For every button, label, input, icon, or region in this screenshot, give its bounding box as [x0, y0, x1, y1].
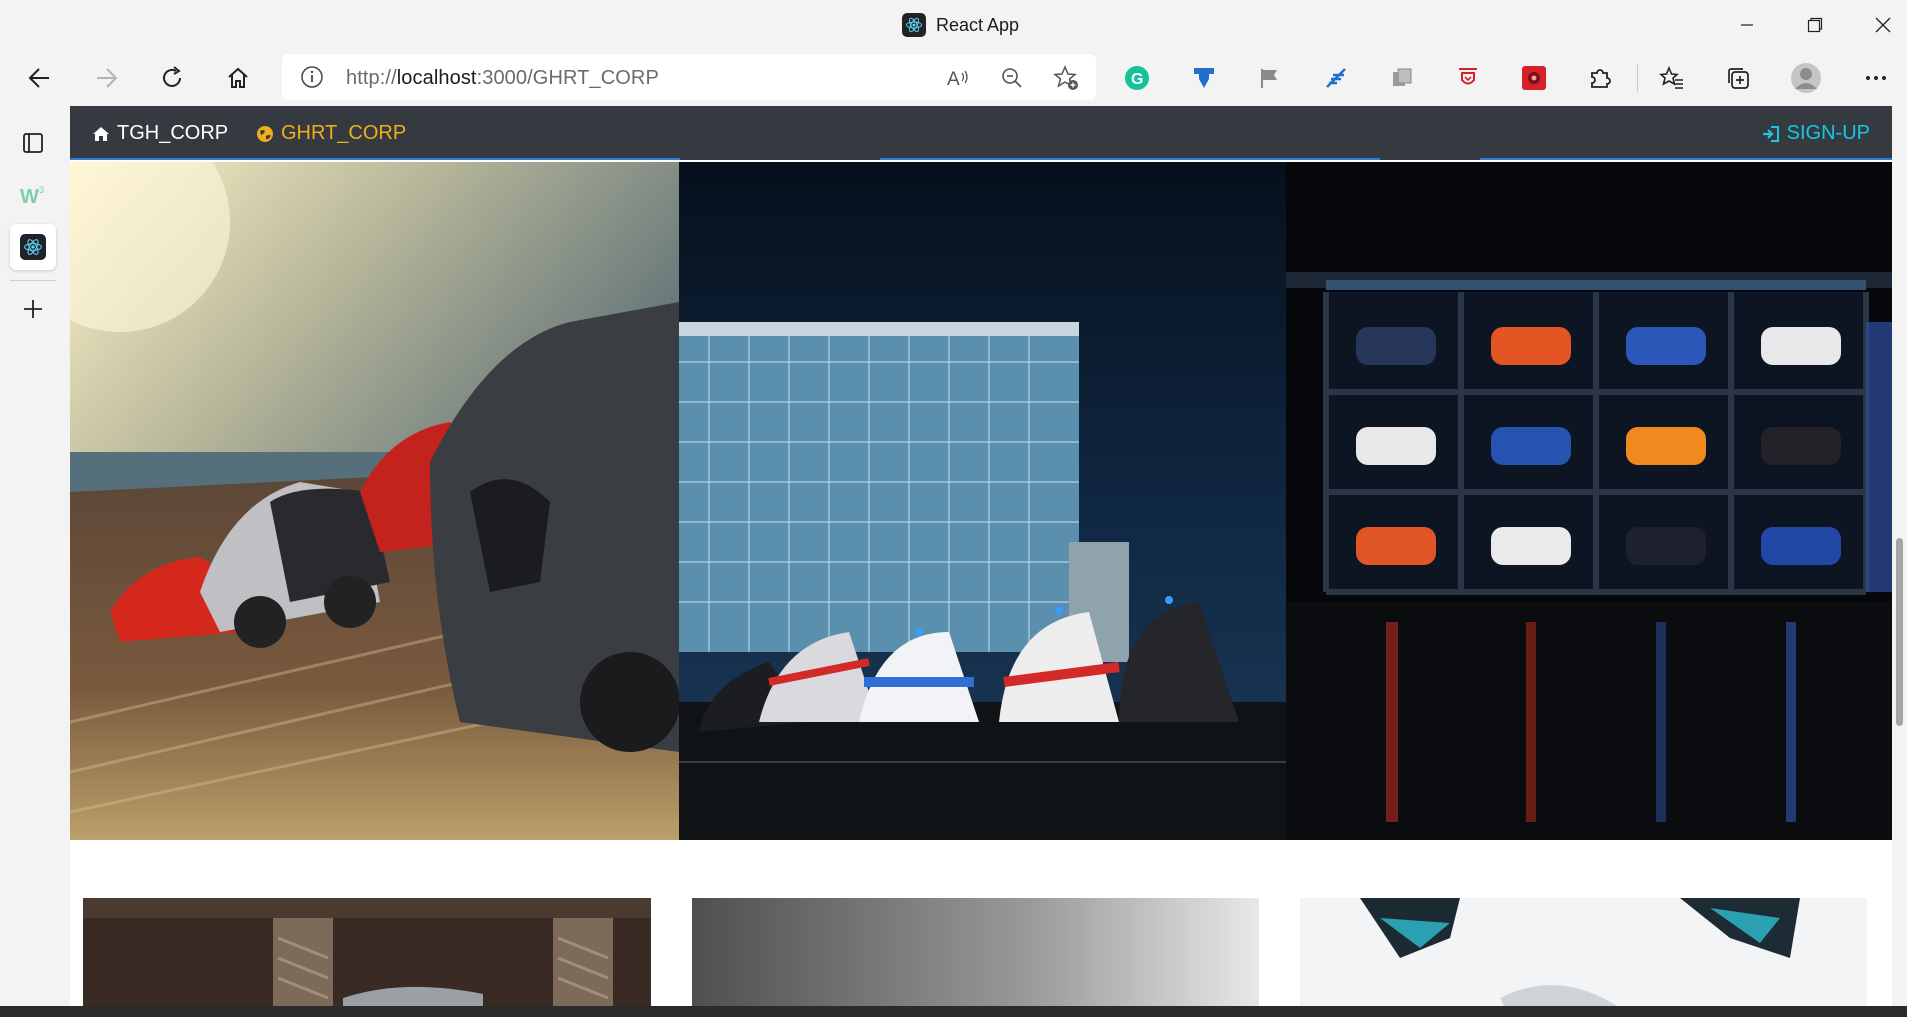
address-bar[interactable]: http://localhost:3000/GHRT_CORP A [282, 54, 1096, 100]
card-image-3[interactable] [1300, 898, 1867, 1006]
forward-icon[interactable] [86, 58, 126, 98]
sidebar-separator [10, 280, 56, 281]
minimize-icon[interactable] [1727, 10, 1767, 40]
w-extension-icon[interactable]: W3 [10, 172, 56, 218]
zoom-out-icon[interactable] [996, 62, 1028, 94]
window-title: React App [902, 12, 1019, 38]
add-favorite-icon[interactable] [1050, 62, 1082, 94]
restore-icon[interactable] [1795, 10, 1835, 40]
flag-icon[interactable] [1250, 58, 1290, 98]
nav-ghrt-link[interactable]: GHRT_CORP [256, 122, 406, 145]
nav-signup-text: SIGN-UP [1786, 122, 1870, 144]
vertical-tabs-sidebar: W3 [0, 106, 68, 1017]
close-icon[interactable] [1863, 10, 1903, 40]
home-icon[interactable] [218, 58, 258, 98]
collections-icon[interactable] [1718, 58, 1758, 98]
nav-underline [1480, 158, 1892, 160]
card-image-1[interactable] [83, 898, 651, 1006]
window-title-text: React App [936, 14, 1020, 35]
nav-underline [70, 158, 680, 160]
refresh-icon[interactable] [152, 58, 192, 98]
extension-blue-icon[interactable] [1184, 58, 1224, 98]
svg-text:G: G [1131, 71, 1143, 88]
grammarly-icon[interactable]: G [1117, 58, 1157, 98]
svg-text:A: A [947, 69, 960, 90]
react-tab-icon[interactable] [10, 224, 56, 270]
nav-brand-link[interactable]: TGH_CORP [92, 122, 228, 145]
extension-grey-icon[interactable] [1382, 58, 1422, 98]
extension-red-icon[interactable] [1514, 58, 1554, 98]
slide-suv-showroom [1286, 162, 1892, 840]
globe-icon [257, 125, 273, 142]
cards-row [70, 898, 1892, 1006]
svg-text:3: 3 [39, 185, 44, 195]
nav-underline [880, 158, 1380, 160]
nav-signup-link[interactable]: SIGN-UP [1762, 122, 1870, 145]
nav-ghrt-text: GHRT_CORP [281, 122, 407, 144]
sign-in-icon [1762, 125, 1779, 142]
profile-avatar-icon[interactable] [1786, 58, 1826, 98]
svg-text:W: W [20, 186, 39, 207]
window-titlebar: React App [0, 0, 1907, 50]
tab-actions-icon[interactable] [10, 120, 56, 166]
extension-feather-icon[interactable] [1316, 58, 1356, 98]
slide-sports-cars [70, 162, 679, 840]
slide-police-cars [679, 162, 1286, 840]
more-icon[interactable] [1856, 58, 1896, 98]
home-icon [93, 126, 109, 141]
puzzle-icon[interactable] [1580, 58, 1620, 98]
favorites-icon[interactable] [1652, 58, 1692, 98]
page-scrollbar[interactable] [1892, 106, 1907, 1006]
read-aloud-icon[interactable]: A [942, 62, 974, 94]
toolbar-divider [1637, 64, 1638, 92]
url-text[interactable]: http://localhost:3000/GHRT_CORP [346, 67, 659, 90]
page-viewport: TGH_CORP GHRT_CORP SIGN-UP [70, 106, 1907, 1006]
taskbar-edge [0, 1006, 1907, 1017]
card-image-2[interactable] [692, 898, 1259, 1006]
react-logo-icon [902, 13, 926, 37]
back-icon[interactable] [20, 58, 60, 98]
image-carousel[interactable] [70, 162, 1892, 840]
browser-toolbar: http://localhost:3000/GHRT_CORP A G [0, 50, 1907, 106]
extension-red-outline-icon[interactable] [1448, 58, 1488, 98]
add-tab-icon[interactable] [10, 286, 56, 332]
site-info-icon[interactable] [300, 65, 324, 94]
site-navbar: TGH_CORP GHRT_CORP SIGN-UP [70, 106, 1892, 160]
scrollbar-thumb[interactable] [1896, 538, 1903, 726]
nav-brand-text: TGH_CORP [117, 122, 229, 144]
